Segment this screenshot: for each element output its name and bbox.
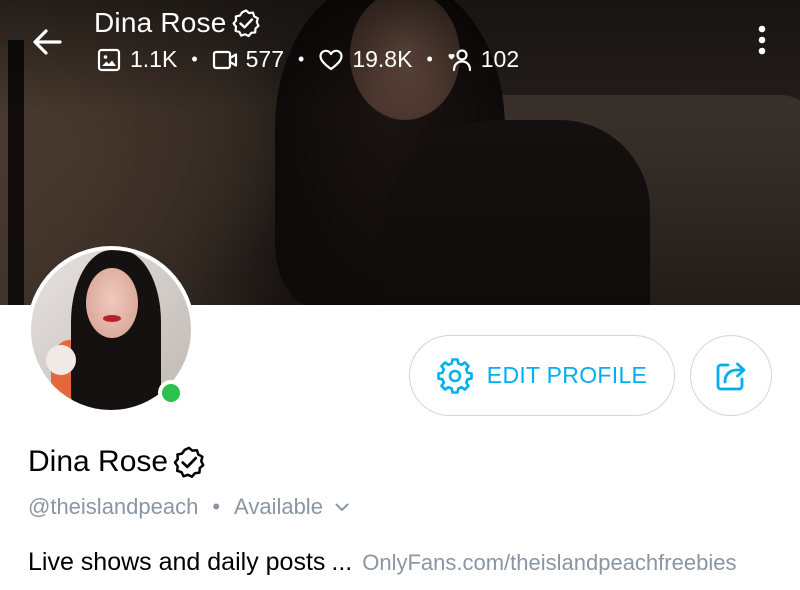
edit-profile-button[interactable]: EDIT PROFILE <box>409 335 675 416</box>
stat-fans[interactable]: 102 <box>447 46 519 73</box>
availability-dropdown[interactable]: Available <box>234 494 351 520</box>
profile-name: Dina Rose <box>28 445 206 479</box>
stat-separator: • <box>298 49 305 69</box>
profile-name-text: Dina Rose <box>28 445 169 478</box>
share-icon <box>716 362 746 390</box>
stat-likes[interactable]: 19.8K <box>318 46 412 73</box>
verified-badge-icon <box>232 9 260 38</box>
arrow-left-icon <box>33 29 62 55</box>
stat-photos[interactable]: 1.1K <box>96 46 177 73</box>
more-options-button[interactable] <box>745 20 779 60</box>
handle-separator: • <box>212 494 221 519</box>
stat-separator: • <box>426 49 433 69</box>
video-icon <box>212 50 237 69</box>
image-icon <box>97 48 121 71</box>
heart-icon <box>319 49 343 70</box>
bio-link[interactable]: OnlyFans.com/theislandpeachfreebies <box>362 550 736 576</box>
edit-profile-label: EDIT PROFILE <box>486 362 648 388</box>
stat-photos-count: 1.1K <box>130 46 178 72</box>
back-button[interactable] <box>28 22 68 62</box>
verified-badge-icon <box>173 446 205 478</box>
more-vertical-icon <box>758 25 766 55</box>
avatar-face <box>86 268 138 338</box>
header-name: Dina Rose <box>94 4 261 42</box>
handle-row: @theislandpeach • Available <box>28 494 351 520</box>
availability-label: Available <box>234 494 323 519</box>
fans-icon <box>448 48 471 71</box>
settings-gear-icon <box>436 357 473 394</box>
stat-videos[interactable]: 577 <box>212 46 284 73</box>
header-stats: 1.1K • 577 • 19.8K • 102 <box>96 46 519 73</box>
stat-likes-count: 19.8K <box>352 46 413 72</box>
header-name-text: Dina Rose <box>94 7 227 38</box>
bio-ellipsis[interactable]: ... <box>331 548 352 577</box>
bio-row: Live shows and daily posts ... OnlyFans.… <box>28 548 736 577</box>
avatar-hand <box>46 345 76 375</box>
avatar-lips <box>103 315 121 322</box>
bio-text: Live shows and daily posts <box>28 548 326 576</box>
online-status-dot <box>158 380 184 406</box>
stat-separator: • <box>191 49 198 69</box>
chevron-down-icon <box>335 503 349 511</box>
stat-videos-count: 577 <box>245 46 285 72</box>
stat-fans-count: 102 <box>480 46 520 72</box>
profile-handle: @theislandpeach <box>28 494 199 519</box>
share-button[interactable] <box>690 335 772 416</box>
